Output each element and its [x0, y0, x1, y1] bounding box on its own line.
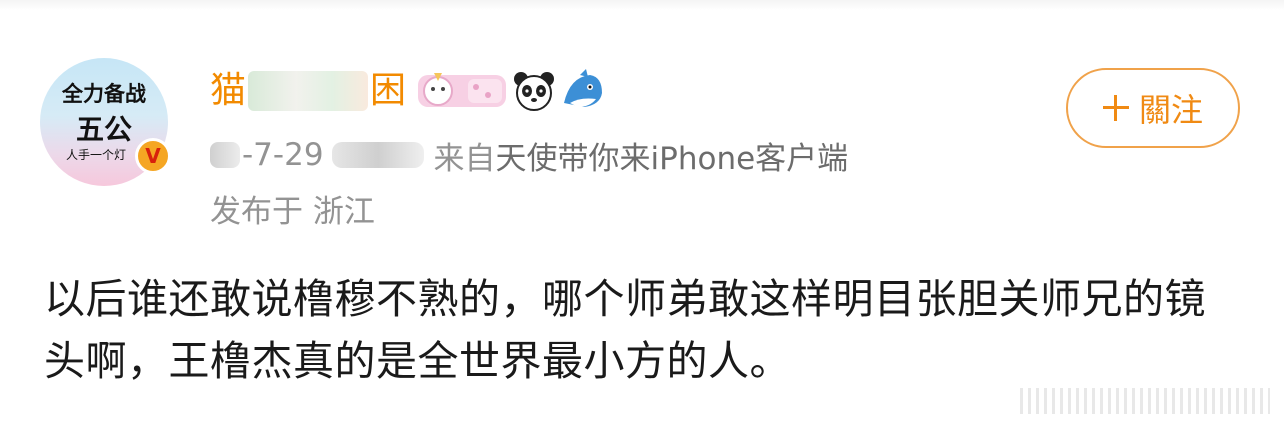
shark-icon: [560, 69, 606, 113]
unicorn-sticker-icon: [416, 69, 508, 113]
username-emoji-group: [416, 69, 610, 113]
panda-icon: [512, 69, 556, 113]
source-app-link[interactable]: 天使带你来iPhone客户端: [496, 133, 849, 178]
source-prefix: 来自: [433, 140, 496, 177]
top-divider: [0, 0, 1284, 10]
avatar-text-line1: 全力备战: [62, 82, 146, 106]
timestamp-redacted-year: [210, 142, 240, 168]
avatar[interactable]: 全力备战 五公 人手一个灯 V: [40, 58, 171, 186]
post-meta: -7-29 来自 天使带你来iPhone客户端: [210, 133, 849, 178]
follow-button-label: 關注: [1138, 91, 1203, 129]
username-visible-end: 困: [370, 70, 407, 111]
post-body: 以后谁还敢说橹穆不熟的，哪个师弟敢这样明目张胆关师兄的镜头啊，王橹杰真的是全世界…: [44, 275, 1206, 385]
username[interactable]: 猫 困: [210, 66, 610, 116]
username-redacted: [248, 71, 369, 111]
weibo-post-card: 全力备战 五公 人手一个灯 V 猫 困 -7-29 来自 天使带你来iPhone…: [0, 0, 1284, 432]
watermark: [1020, 388, 1270, 414]
username-visible-start: 猫: [210, 70, 247, 111]
verified-badge-icon: V: [135, 138, 171, 174]
post-location: 发布于 浙江: [210, 194, 375, 230]
plus-icon: [1102, 95, 1129, 121]
timestamp-redacted-time: [331, 142, 424, 168]
follow-button[interactable]: 關注: [1066, 68, 1240, 148]
timestamp-date: -7-29: [242, 137, 324, 173]
